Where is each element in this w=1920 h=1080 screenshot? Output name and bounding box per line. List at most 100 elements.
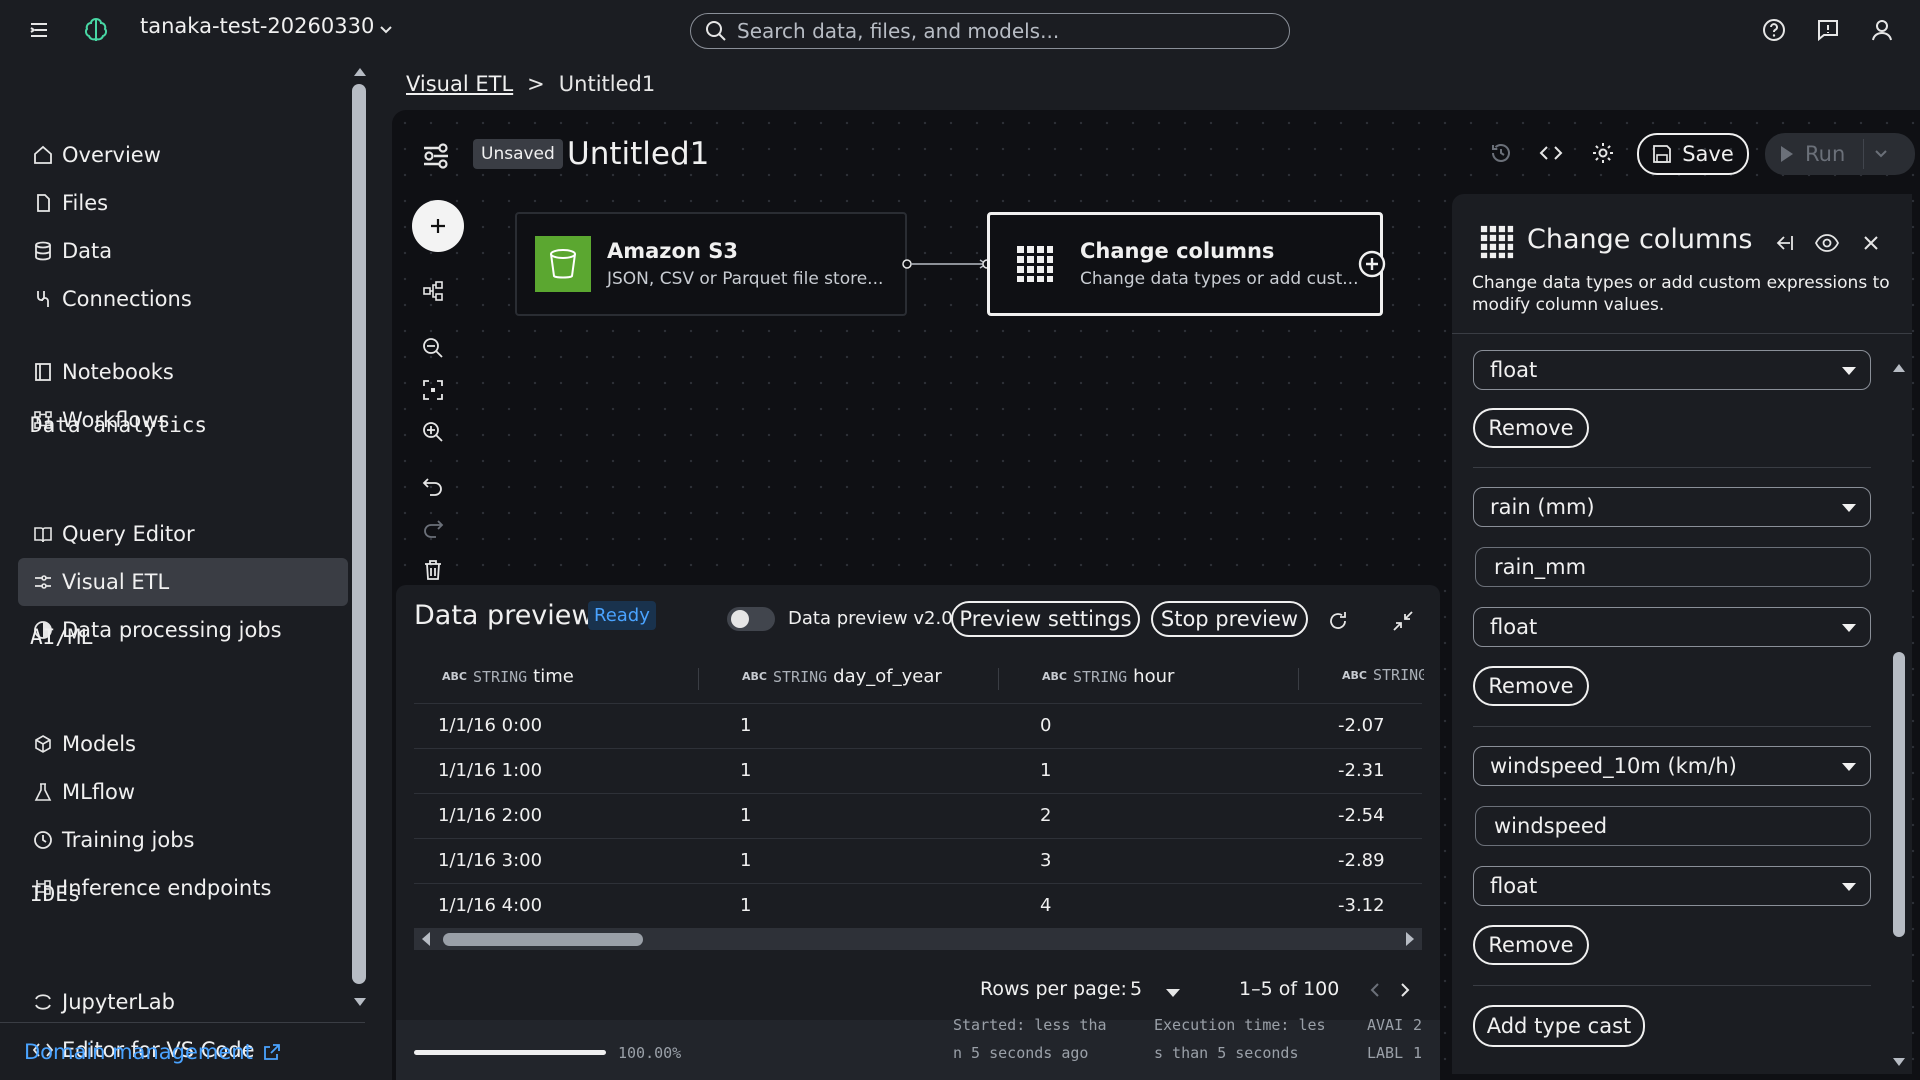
add-node-button[interactable] [412, 200, 464, 252]
next-page-icon[interactable] [1398, 982, 1412, 998]
stop-preview-button[interactable]: Stop preview [1151, 601, 1308, 637]
remove-button[interactable]: Remove [1473, 408, 1589, 448]
book-icon [32, 523, 54, 545]
search-placeholder: Search data, files, and models... [737, 19, 1060, 43]
breadcrumb-link-visual-etl[interactable]: Visual ETL [406, 72, 513, 96]
panel-scroll-up-icon[interactable] [1891, 362, 1907, 374]
zoom-out-icon[interactable] [418, 333, 448, 363]
column-select[interactable]: rain (mm) [1473, 487, 1871, 527]
column-divider[interactable] [1298, 668, 1299, 690]
type-select[interactable]: float [1473, 350, 1871, 390]
sidebar-item-models[interactable]: Models [18, 720, 348, 768]
labl-label: LABL [1367, 1044, 1404, 1062]
collapse-panel-icon[interactable] [1768, 228, 1798, 258]
table-cell: -2.31 [1338, 760, 1385, 781]
sidebar-item-training-jobs[interactable]: Training jobs [18, 816, 348, 864]
rows-per-page-select[interactable]: 5 [1130, 978, 1142, 1000]
previous-page-icon[interactable] [1368, 982, 1382, 998]
sidebar-item-overview[interactable]: Overview [18, 131, 348, 179]
history-icon[interactable] [1486, 138, 1516, 168]
user-icon[interactable] [1870, 18, 1894, 42]
table-cell: 1/1/16 2:00 [438, 805, 543, 826]
flow-title[interactable]: Untitled1 [567, 136, 709, 172]
save-button[interactable]: Save [1637, 133, 1749, 175]
sidebar-item-files[interactable]: Files [18, 179, 348, 227]
type-select[interactable]: float [1473, 866, 1871, 906]
column-header-day-of-year[interactable]: ABC STRING day_of_year [742, 666, 942, 687]
node-subtitle: JSON, CSV or Parquet file store... [607, 269, 884, 289]
sidebar-item-query-editor[interactable]: Query Editor [18, 510, 348, 558]
fit-view-icon[interactable] [418, 375, 448, 405]
delete-icon[interactable] [418, 555, 448, 585]
sidebar-item-mlflow[interactable]: MLflow [18, 768, 348, 816]
sidebar: Overview Files Data Connections Notebook… [0, 60, 365, 1080]
table-scrollbar-thumb[interactable] [443, 933, 643, 946]
flask-icon [32, 781, 54, 803]
close-icon[interactable] [1856, 228, 1886, 258]
add-connection-icon[interactable] [1358, 250, 1386, 278]
collapse-icon[interactable] [1388, 606, 1418, 636]
type-select[interactable]: float [1473, 607, 1871, 647]
auto-layout-icon[interactable] [418, 276, 448, 306]
column-type: STRING [1072, 667, 1128, 686]
column-select[interactable]: windspeed_10m (km/h) [1473, 746, 1871, 786]
caret-down-icon[interactable] [1165, 988, 1181, 998]
panel-scrollbar-thumb[interactable] [1893, 652, 1905, 937]
node-change-columns[interactable]: Change columns Change data types or add … [987, 212, 1383, 316]
preview-progress-bar [414, 1050, 606, 1055]
divider [1863, 139, 1865, 169]
domain-management-label: Domain management [24, 1040, 253, 1064]
new-column-name-input[interactable]: rain_mm [1475, 547, 1871, 587]
sidebar-item-jupyterlab[interactable]: JupyterLab [18, 978, 348, 1026]
database-icon [32, 240, 54, 262]
sidebar-scrollbar-thumb[interactable] [352, 84, 366, 984]
divider [1473, 985, 1871, 986]
domain-management-link[interactable]: Domain management [24, 1040, 281, 1064]
table-cell: -2.07 [1338, 715, 1385, 736]
logo-icon[interactable] [82, 16, 110, 44]
pagination-range: 1–5 of 100 [1239, 978, 1340, 1000]
sidebar-item-visual-etl[interactable]: Visual ETL [18, 558, 348, 606]
remove-button[interactable]: Remove [1473, 925, 1589, 965]
sidebar-item-label: Data [62, 239, 113, 263]
refresh-icon[interactable] [1323, 606, 1353, 636]
preview-v2-toggle[interactable] [727, 607, 775, 631]
preview-settings-button[interactable]: Preview settings [951, 601, 1140, 637]
top-bar: tanaka-test-20260330 Search data, files,… [0, 0, 1920, 60]
divider [0, 1022, 365, 1023]
sidebar-item-connections[interactable]: Connections [18, 275, 348, 323]
caret-down-icon [1842, 624, 1856, 632]
redo-icon[interactable] [418, 513, 448, 543]
string-type-icon: ABC [1342, 668, 1367, 682]
run-button[interactable]: Run [1765, 133, 1915, 175]
column-header-hour[interactable]: ABC STRING hour [1042, 666, 1174, 687]
column-divider[interactable] [698, 668, 699, 690]
feedback-icon[interactable] [1816, 18, 1840, 42]
menu-toggle-icon[interactable] [28, 18, 52, 42]
avai-value: 2 [1413, 1016, 1423, 1034]
help-icon[interactable] [1762, 18, 1786, 42]
column-divider[interactable] [998, 668, 999, 690]
eye-icon[interactable] [1812, 228, 1842, 258]
project-name[interactable]: tanaka-test-20260330 [140, 14, 374, 38]
panel-scroll-down-icon[interactable] [1891, 1056, 1907, 1068]
remove-button[interactable]: Remove [1473, 666, 1589, 706]
column-type: STRING [472, 667, 528, 686]
zoom-in-icon[interactable] [418, 417, 448, 447]
column-header-4[interactable]: ABC STRING [1342, 666, 1424, 684]
chevron-down-icon[interactable] [378, 22, 394, 38]
code-view-icon[interactable] [1536, 138, 1566, 168]
column-name: time [533, 666, 574, 687]
table-cell: -3.12 [1338, 895, 1385, 916]
sidebar-item-notebooks[interactable]: Notebooks [18, 348, 348, 396]
settings-icon[interactable] [1588, 138, 1618, 168]
new-column-name-input[interactable]: windspeed [1475, 806, 1871, 846]
node-amazon-s3[interactable]: Amazon S3 JSON, CSV or Parquet file stor… [515, 212, 907, 316]
sidebar-item-data[interactable]: Data [18, 227, 348, 275]
column-header-time[interactable]: ABC STRING time [442, 666, 574, 687]
add-type-cast-button[interactable]: Add type cast [1473, 1005, 1645, 1047]
undo-icon[interactable] [418, 471, 448, 501]
search-input[interactable]: Search data, files, and models... [690, 13, 1290, 49]
chevron-down-icon[interactable] [1874, 147, 1888, 161]
type-select-value: float [1490, 615, 1538, 639]
